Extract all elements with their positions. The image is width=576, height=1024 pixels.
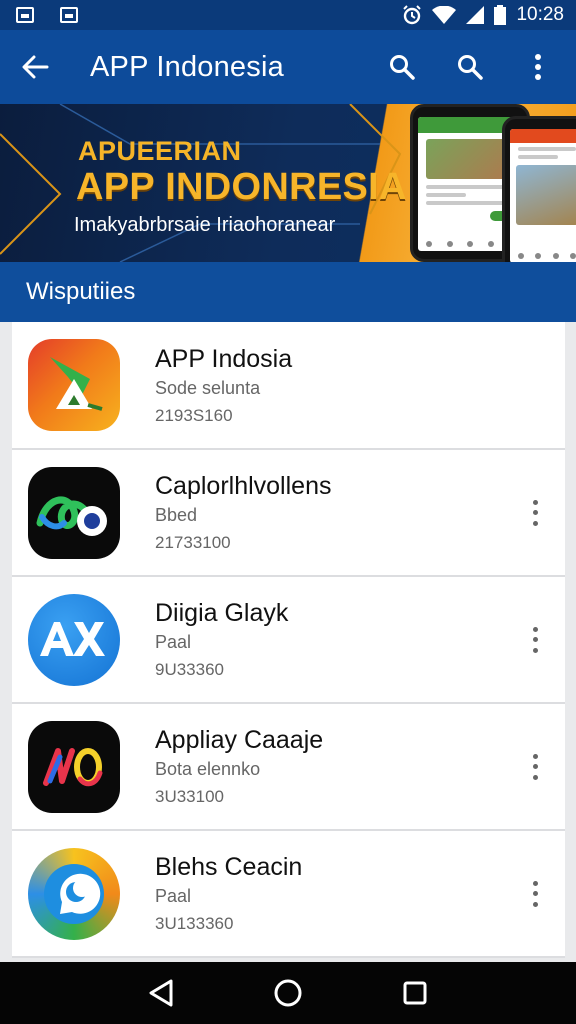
more-options-button[interactable]: [525, 624, 545, 656]
alarm-icon: [403, 5, 422, 25]
app-count: 3U133360: [155, 914, 234, 933]
nav-back-button[interactable]: [131, 963, 191, 1023]
app-icon-green-yellow: [28, 339, 120, 431]
list-item[interactable]: Appliay Caaaje Bota elennko 3U33100: [12, 704, 565, 831]
battery-icon: [494, 5, 507, 25]
home-circle-icon: [274, 979, 302, 1007]
search-icon: [458, 55, 483, 80]
triangle-logo-icon: [50, 357, 103, 411]
app-icon-loop: [28, 466, 120, 559]
promo-banner[interactable]: APUEERIAN APP INDONRESIA Imakyabrbrsaie …: [0, 104, 576, 262]
list-item[interactable]: Caplorlhlvollens Bbed 21733100: [12, 450, 565, 577]
app-category: Bota elennko: [155, 759, 261, 779]
more-options-button[interactable]: [525, 751, 545, 783]
section-title: Wisputiies: [26, 278, 136, 305]
app-category: Paal: [155, 886, 192, 906]
phone-mockup-image-secondary: [502, 116, 576, 262]
system-navigation-bar: [0, 962, 576, 1024]
list-item[interactable]: Blehs Ceacin Paal 3U133360: [12, 831, 565, 958]
app-name: Caplorlhlvollens: [155, 472, 332, 500]
app-list: APP Indosia Sode selunta 2193S160 Caplor…: [12, 322, 565, 958]
status-time: 10:28: [516, 4, 564, 25]
chat-bubble-icon: [44, 863, 104, 924]
recents-square-icon: [403, 981, 427, 1005]
app-icon-neon: [28, 720, 120, 813]
more-options-button[interactable]: [525, 497, 545, 529]
nav-recents-button[interactable]: [385, 963, 445, 1023]
banner-headline: APP INDONRESIA: [76, 166, 407, 208]
more-options-button[interactable]: [525, 878, 545, 910]
section-header: Wisputiies: [0, 262, 576, 322]
app-icon-ax: [28, 593, 120, 686]
list-item[interactable]: Diigia Glayk Paal 9U33360: [12, 577, 565, 704]
app-name: Blehs Ceacin: [155, 853, 303, 881]
screenshot-notification-icon: [60, 7, 78, 23]
search-button-secondary[interactable]: [450, 47, 490, 87]
overflow-menu-button[interactable]: [518, 47, 558, 87]
notification-icons: [16, 7, 78, 23]
app-count: 3U33100: [155, 787, 225, 806]
neon-scribble-icon: [43, 747, 103, 786]
signal-icon: [466, 6, 485, 24]
back-button[interactable]: [0, 30, 70, 104]
arrow-left-icon: [22, 55, 49, 79]
image-notification-icon: [16, 7, 34, 23]
app-name: Diigia Glayk: [155, 599, 289, 627]
loop-logo-icon: [36, 496, 107, 536]
app-count: 2193S160: [155, 405, 233, 425]
search-button[interactable]: [382, 47, 422, 87]
app-count: 21733100: [155, 533, 231, 552]
page-title: APP Indonesia: [90, 50, 284, 83]
app-category: Sode selunta: [155, 377, 261, 398]
app-name: APP Indosia: [155, 344, 293, 373]
wifi-icon: [432, 6, 457, 24]
status-bar: 10:28: [0, 0, 576, 30]
app-bar: APP Indonesia: [0, 30, 576, 104]
search-icon: [390, 55, 415, 80]
nav-home-button[interactable]: [258, 963, 318, 1023]
app-category: Bbed: [155, 505, 198, 525]
banner-tagline: Imakyabrbrsaie Iriaohoranear: [74, 214, 336, 236]
ax-letter-icon: [40, 621, 105, 656]
app-icon-chat: [28, 847, 120, 940]
back-triangle-icon: [149, 979, 173, 1007]
app-category: Paal: [155, 632, 192, 652]
app-name: Appliay Caaaje: [155, 726, 324, 754]
app-count: 9U33360: [155, 660, 225, 679]
list-item[interactable]: APP Indosia Sode selunta 2193S160: [12, 322, 565, 450]
banner-eyebrow: APUEERIAN: [78, 136, 242, 166]
more-vertical-icon: [535, 54, 541, 80]
